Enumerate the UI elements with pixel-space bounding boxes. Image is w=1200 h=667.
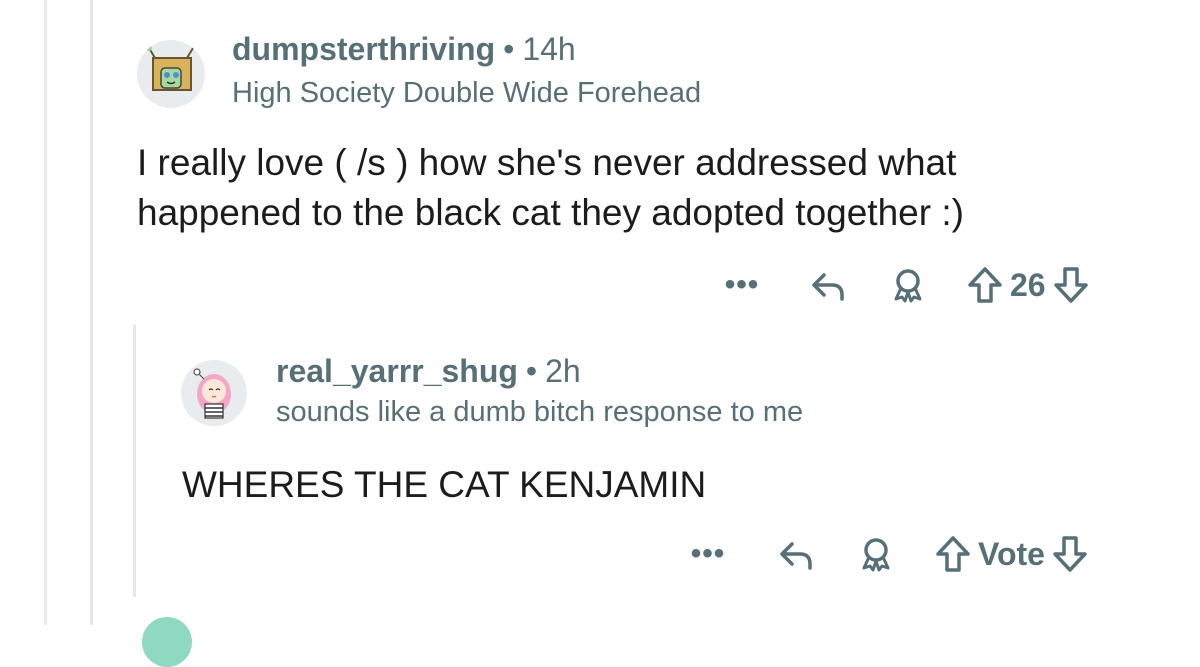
comment-body: I really love ( /s ) how she's never add… bbox=[137, 142, 964, 233]
award-icon bbox=[894, 269, 922, 303]
comment-body: WHERES THE CAT KENJAMIN bbox=[182, 464, 707, 505]
user-avatar[interactable] bbox=[181, 360, 247, 426]
user-flair: High Society Double Wide Forehead bbox=[232, 77, 702, 109]
downvote-button[interactable] bbox=[1052, 265, 1090, 305]
upvote-arrow-icon bbox=[968, 267, 1002, 303]
upvote-button[interactable] bbox=[966, 265, 1004, 305]
upvote-arrow-icon bbox=[936, 536, 970, 572]
comment-actions: ••• Vote bbox=[688, 531, 1089, 577]
pink-hair-girl-icon bbox=[193, 368, 231, 419]
user-flair: sounds like a dumb bitch response to me bbox=[276, 396, 804, 428]
more-options-button[interactable]: ••• bbox=[722, 270, 762, 300]
more-options-button[interactable]: ••• bbox=[688, 539, 728, 569]
upvote-button[interactable] bbox=[934, 534, 972, 574]
timestamp: 2h bbox=[545, 353, 581, 389]
timestamp: 14h bbox=[522, 31, 576, 67]
username[interactable]: dumpsterthriving bbox=[232, 31, 495, 67]
vote-score: 26 bbox=[1010, 266, 1046, 303]
downvote-button[interactable] bbox=[1051, 534, 1089, 574]
comment-actions: ••• 26 bbox=[722, 262, 1090, 308]
box-character-icon bbox=[146, 45, 194, 91]
thread-line-reply bbox=[133, 325, 136, 597]
downvote-arrow-icon bbox=[1053, 536, 1087, 572]
comment-author-line: real_yarrr_shug • 2h bbox=[276, 353, 581, 390]
reply-button[interactable] bbox=[808, 265, 848, 305]
comment-author-line: dumpsterthriving • 14h bbox=[232, 31, 576, 68]
award-button[interactable] bbox=[856, 534, 896, 574]
vote-label: Vote bbox=[978, 535, 1045, 572]
reply-icon bbox=[780, 542, 812, 570]
reply-icon bbox=[812, 273, 844, 301]
award-button[interactable] bbox=[888, 265, 928, 305]
user-avatar[interactable] bbox=[137, 40, 205, 108]
thread-line-inner bbox=[90, 0, 93, 625]
reply-button[interactable] bbox=[776, 534, 816, 574]
award-icon bbox=[862, 538, 890, 572]
downvote-arrow-icon bbox=[1053, 267, 1088, 303]
separator-dot: • bbox=[503, 31, 515, 67]
separator-dot: • bbox=[525, 353, 538, 389]
thread-line-outer bbox=[44, 0, 47, 625]
username[interactable]: real_yarrr_shug bbox=[276, 353, 518, 389]
